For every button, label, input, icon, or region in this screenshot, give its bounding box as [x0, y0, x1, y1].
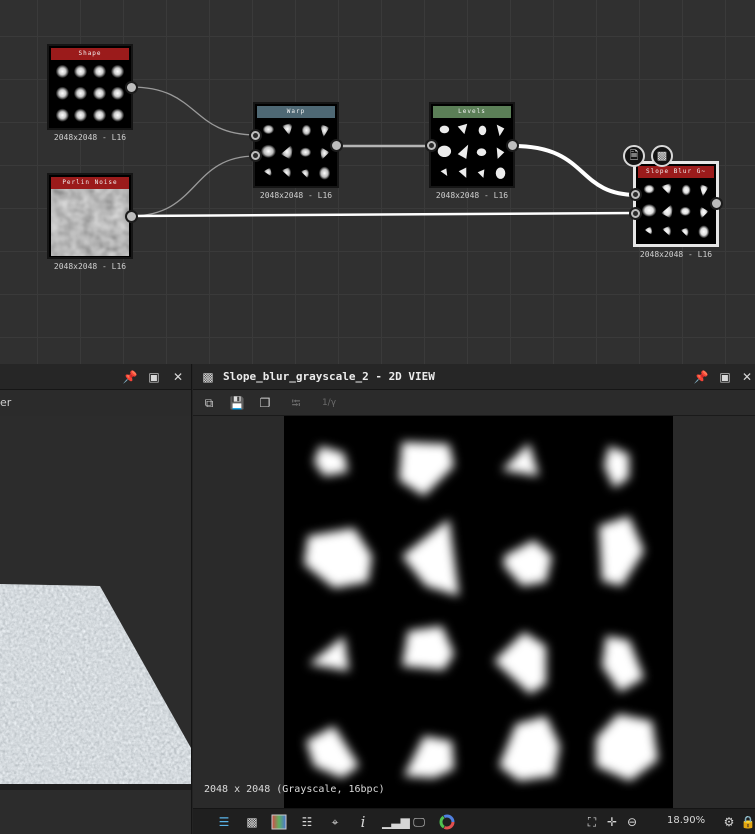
- color-wheel-icon[interactable]: [438, 813, 456, 831]
- node-thumbnail: [638, 178, 714, 243]
- input-port-1[interactable]: [249, 129, 262, 142]
- menu-label[interactable]: er: [0, 396, 11, 409]
- gamma-icon: 1/γ: [321, 398, 337, 408]
- zoom-level[interactable]: 18.90%: [667, 815, 705, 826]
- input-port-1[interactable]: [629, 188, 642, 201]
- wire-shape-warp[interactable]: [130, 86, 257, 136]
- gradient-icon[interactable]: [270, 813, 288, 831]
- node-resolution: 2048x2048 - L16: [53, 262, 127, 271]
- node-thumbnail: [257, 118, 335, 185]
- panel-title: Slope_blur_grayscale_2 - 2D VIEW: [223, 370, 435, 383]
- fit-icon[interactable]: ⛶: [583, 813, 601, 831]
- 3d-viewport[interactable]: [0, 416, 191, 834]
- 3d-plane-mesh: [0, 584, 191, 790]
- document-icon[interactable]: 🗎: [623, 145, 645, 167]
- close-icon[interactable]: ✕: [170, 369, 186, 385]
- node-title: Shape: [51, 48, 129, 60]
- output-port[interactable]: [125, 81, 138, 94]
- node-graph[interactable]: Shape 2048x2048 - L16 Perlin Noise 2048x…: [0, 0, 755, 364]
- 2d-canvas[interactable]: 2048 x 2048 (Grayscale, 16bpc): [193, 416, 755, 808]
- output-port[interactable]: [710, 197, 723, 210]
- checker-icon[interactable]: ▩: [651, 145, 673, 167]
- rendered-texture: [284, 416, 673, 808]
- copy-view-icon[interactable]: ⧉: [200, 394, 218, 412]
- display-icon[interactable]: 🖵: [410, 813, 428, 831]
- 2d-view-panel: ▩ Slope_blur_grayscale_2 - 2D VIEW 📌 ▣ ✕…: [193, 364, 755, 834]
- 3d-view-panel: 📌 ▣ ✕ er: [0, 364, 192, 834]
- panel-menu-bar: er: [0, 390, 191, 416]
- zoom-out-icon[interactable]: ⊖: [623, 813, 641, 831]
- close-icon[interactable]: ✕: [739, 369, 755, 385]
- maximize-icon[interactable]: ▣: [717, 369, 733, 385]
- checker-icon[interactable]: ▩: [243, 813, 261, 831]
- lock-icon[interactable]: 🔒: [739, 813, 755, 831]
- output-port[interactable]: [330, 139, 343, 152]
- output-port[interactable]: [125, 210, 138, 223]
- histogram-icon[interactable]: ▁▃▆: [382, 813, 410, 831]
- node-resolution: 2048x2048 - L16: [639, 250, 713, 259]
- node-title: Perlin Noise: [51, 177, 129, 189]
- node-resolution: 2048x2048 - L16: [259, 191, 333, 200]
- move-icon[interactable]: ✛: [603, 813, 621, 831]
- maximize-icon[interactable]: ▣: [146, 369, 162, 385]
- node-title: Levels: [433, 106, 511, 118]
- input-port-2[interactable]: [249, 149, 262, 162]
- input-port-2[interactable]: [629, 207, 642, 220]
- info-icon[interactable]: i: [354, 813, 372, 831]
- node-resolution: 2048x2048 - L16: [435, 191, 509, 200]
- output-port[interactable]: [506, 139, 519, 152]
- settings-icon[interactable]: ⚙: [720, 813, 738, 831]
- node-thumbnail: [51, 60, 129, 127]
- node-thumbnail: [433, 118, 511, 185]
- pin-icon[interactable]: 📌: [122, 369, 138, 385]
- node-resolution: 2048x2048 - L16: [53, 133, 127, 142]
- pivot-icon[interactable]: ⌖: [326, 813, 344, 831]
- wire-perlin-warp[interactable]: [130, 155, 257, 217]
- wire-perlin-slopeblur[interactable]: [130, 211, 638, 218]
- save-icon[interactable]: 💾: [228, 394, 246, 412]
- view-toolbar: ⧉ 💾 ❐ ⭾ 1/γ: [193, 390, 755, 416]
- panel-header: 📌 ▣ ✕: [0, 364, 191, 390]
- pin-icon[interactable]: 📌: [693, 369, 709, 385]
- view-status-bar: ☰ ▩ ☷ ⌖ i ▁▃▆ 🖵 ⛶ ✛ ⊖ 18.90% ⚙ 🔒: [193, 808, 755, 834]
- checker-icon: ▩: [202, 370, 214, 384]
- layers-icon[interactable]: ☰: [215, 813, 233, 831]
- app-window: Shape 2048x2048 - L16 Perlin Noise 2048x…: [0, 0, 755, 834]
- node-title: Warp: [257, 106, 335, 118]
- image-info: 2048 x 2048 (Grayscale, 16bpc): [204, 784, 385, 795]
- copy-icon[interactable]: ❐: [256, 394, 274, 412]
- node-thumbnail: [51, 189, 129, 256]
- panel-header: ▩ Slope_blur_grayscale_2 - 2D VIEW 📌 ▣ ✕: [193, 364, 755, 390]
- input-port[interactable]: [425, 139, 438, 152]
- grid-icon[interactable]: ☷: [298, 813, 316, 831]
- share-icon: ⭾: [291, 396, 301, 410]
- node-badges: 🗎 ▩: [619, 145, 679, 169]
